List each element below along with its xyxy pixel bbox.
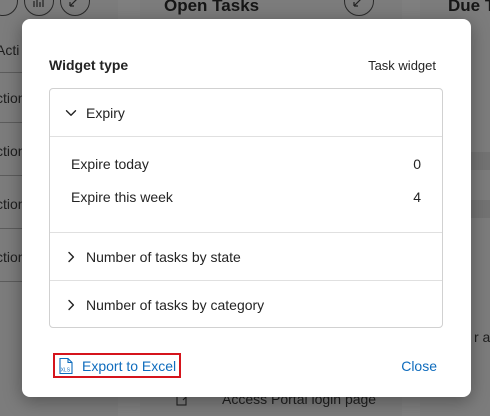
dialog-footer: XLS Export to Excel Close [53, 353, 437, 378]
background-divider [0, 281, 22, 282]
export-to-excel-button[interactable]: XLS Export to Excel [53, 353, 182, 378]
expiry-row-label: Expire this week [71, 189, 173, 205]
excel-icon: XLS [57, 357, 75, 375]
background-band [471, 152, 490, 170]
summary-accordion: Expiry Expire today 0 Expire this week 4… [49, 88, 443, 328]
expiry-row: Expire this week 4 [71, 189, 421, 222]
accordion-title: Expiry [86, 104, 125, 121]
background-due-title: Due T [448, 0, 490, 15]
accordion-header-tasks-by-state[interactable]: Number of tasks by state [50, 233, 442, 280]
background-left-label: Acti [0, 42, 20, 58]
chevron-right-icon [64, 250, 78, 264]
svg-text:XLS: XLS [61, 367, 71, 373]
background-divider [0, 175, 22, 176]
accordion-header-tasks-by-category[interactable]: Number of tasks by category [50, 281, 442, 327]
expiry-row-value: 0 [413, 156, 421, 172]
accordion-header-expiry[interactable]: Expiry [50, 89, 442, 136]
background-divider [0, 228, 22, 229]
widget-dialog: Widget type Task widget Expiry Expire to… [22, 19, 471, 397]
accordion-panel-expiry: Expire today 0 Expire this week 4 [50, 137, 442, 232]
accordion-title: Number of tasks by state [86, 248, 241, 265]
chevron-right-icon [64, 298, 78, 312]
dialog-header: Widget type Task widget [49, 57, 436, 73]
expiry-row-value: 4 [413, 189, 421, 205]
background-open-tasks-title: Open Tasks [164, 0, 260, 15]
widget-type-value: Task widget [368, 57, 436, 73]
background-band [471, 200, 490, 218]
chevron-down-icon [64, 106, 78, 120]
widget-type-label: Widget type [49, 57, 129, 73]
background-divider [0, 122, 22, 123]
background-divider [0, 72, 22, 73]
expiry-row: Expire today 0 [71, 156, 421, 189]
page: Open Tasks Due T Acti ction ction ction … [0, 0, 490, 416]
export-label: Export to Excel [82, 357, 177, 374]
expiry-row-label: Expire today [71, 156, 149, 172]
accordion-title: Number of tasks by category [86, 296, 265, 313]
background-right-label: r al [474, 329, 490, 345]
close-button[interactable]: Close [401, 358, 437, 374]
